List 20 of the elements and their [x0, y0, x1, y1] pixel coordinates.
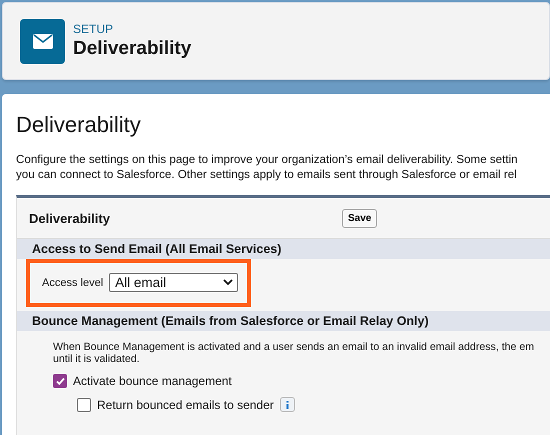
- envelope-icon: [20, 18, 65, 64]
- checkbox[interactable]: [53, 374, 67, 388]
- section-header: Access to Send Email (All Email Services): [17, 239, 550, 259]
- save-button[interactable]: Save: [342, 208, 378, 228]
- access-level-select[interactable]: All email: [109, 273, 238, 292]
- panel-title: Deliverability: [29, 210, 111, 226]
- field-label: Access level: [42, 276, 104, 288]
- checkbox-label: Activate bounce management: [73, 374, 232, 388]
- info-icon[interactable]: [280, 397, 295, 412]
- page-description: Configure the settings on this page to improve your organization’s email deliverability. Some settin: [16, 152, 519, 167]
- checkbox[interactable]: [77, 398, 91, 412]
- page-description: you can connect to Salesforce. Other settings apply to emails sent through Salesforce or email rel: [16, 167, 518, 182]
- checkbox-label: Return bounced emails to sender: [97, 398, 274, 412]
- breadcrumb-label: SETUP: [73, 22, 114, 36]
- section-description: When Bounce Management is activated and a user sends an email to an invalid email address, the em: [53, 341, 536, 353]
- chevron-icon: [223, 279, 234, 286]
- section-header: Bounce Management (Emails from Salesforce or Email Relay Only): [17, 311, 550, 331]
- page-title: Deliverability: [16, 112, 142, 138]
- header-title: Deliverability: [73, 38, 192, 60]
- section-description: until it is validated.: [53, 353, 141, 365]
